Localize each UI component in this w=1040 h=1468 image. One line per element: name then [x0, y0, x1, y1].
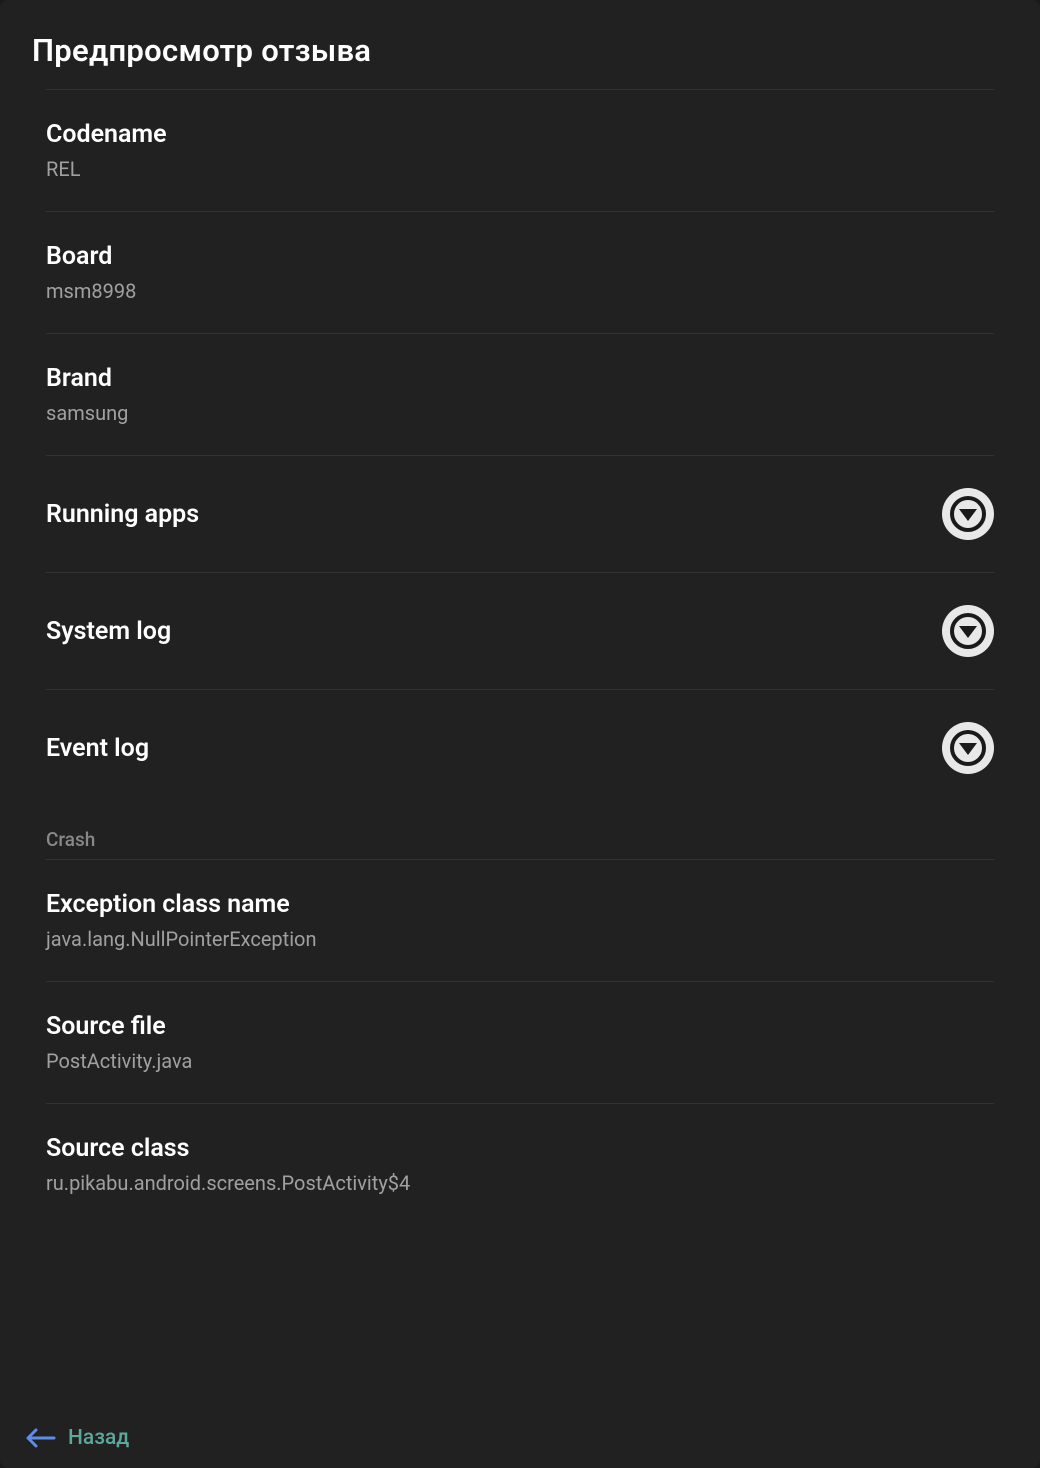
item-label: Board	[46, 242, 994, 271]
item-value: ru.pikabu.android.screens.PostActivity$4	[46, 1171, 994, 1195]
crash-section: Crash Exception class name java.lang.Nul…	[46, 806, 994, 1225]
item-value: java.lang.NullPointerException	[46, 927, 994, 951]
item-label: Exception class name	[46, 890, 994, 919]
chevron-down-icon	[950, 730, 986, 766]
expandable-label: System log	[46, 617, 171, 646]
header: Предпросмотр отзыва	[0, 0, 1040, 89]
crash-item-source-class: Source class ru.pikabu.android.screens.P…	[46, 1103, 994, 1225]
expandable-running-apps[interactable]: Running apps	[46, 455, 994, 572]
arrow-left-icon	[24, 1426, 56, 1450]
expandable-event-log[interactable]: Event log	[46, 689, 994, 806]
item-label: Brand	[46, 364, 994, 393]
chevron-down-icon	[950, 496, 986, 532]
item-value: samsung	[46, 401, 994, 425]
expandable-system-log[interactable]: System log	[46, 572, 994, 689]
info-item-brand: Brand samsung	[46, 333, 994, 455]
info-item-codename: Codename REL	[46, 89, 994, 211]
crash-item-exception-class: Exception class name java.lang.NullPoint…	[46, 859, 994, 981]
expandable-label: Running apps	[46, 500, 199, 529]
page-title: Предпросмотр отзыва	[32, 32, 1008, 69]
item-label: Codename	[46, 120, 994, 149]
back-label: Назад	[68, 1426, 129, 1450]
content-area: Codename REL Board msm8998 Brand samsung…	[0, 89, 1040, 1408]
expand-button[interactable]	[942, 722, 994, 774]
item-label: Source class	[46, 1134, 994, 1163]
expand-button[interactable]	[942, 488, 994, 540]
expandable-label: Event log	[46, 734, 149, 763]
feedback-preview-panel: Предпросмотр отзыва Codename REL Board m…	[0, 0, 1040, 1468]
expand-button[interactable]	[942, 605, 994, 657]
item-value: REL	[46, 157, 994, 181]
item-value: msm8998	[46, 279, 994, 303]
section-header-crash: Crash	[46, 806, 994, 859]
chevron-down-icon	[950, 613, 986, 649]
item-value: PostActivity.java	[46, 1049, 994, 1073]
footer: Назад	[0, 1408, 1040, 1468]
item-label: Source file	[46, 1012, 994, 1041]
crash-item-source-file: Source file PostActivity.java	[46, 981, 994, 1103]
info-item-board: Board msm8998	[46, 211, 994, 333]
back-button[interactable]: Назад	[24, 1426, 129, 1450]
